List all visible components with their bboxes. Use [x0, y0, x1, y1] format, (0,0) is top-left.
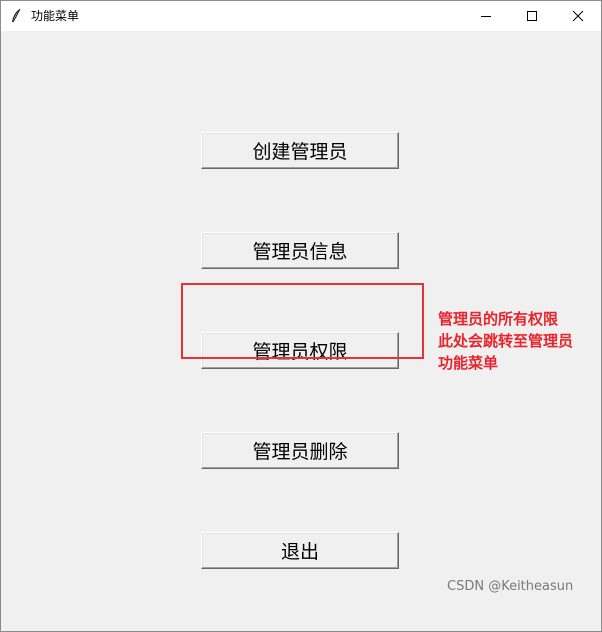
admin-info-button[interactable]: 管理员信息: [201, 232, 399, 269]
window-title: 功能菜单: [31, 9, 80, 23]
watermark: CSDN @Keitheasun: [447, 579, 574, 594]
maximize-icon: [526, 7, 538, 26]
create-admin-button[interactable]: 创建管理员: [201, 132, 399, 169]
feather-icon: [10, 8, 22, 24]
minimize-button[interactable]: [463, 1, 509, 31]
admin-delete-button[interactable]: 管理员删除: [201, 432, 399, 469]
annotation-line: 功能菜单: [438, 354, 499, 372]
close-button[interactable]: [555, 1, 601, 31]
annotation-line: 管理员的所有权限: [438, 310, 559, 328]
maximize-button[interactable]: [509, 1, 555, 31]
minimize-icon: [480, 7, 492, 26]
title-bar[interactable]: 功能菜单: [1, 1, 601, 31]
close-icon: [572, 7, 584, 26]
annotation-line: 此处会跳转至管理员: [438, 332, 574, 350]
annotation-text: 管理员的所有权限 此处会跳转至管理员 功能菜单: [438, 308, 600, 374]
exit-button[interactable]: 退出: [201, 532, 399, 569]
app-window: 功能菜单 创建管理员 管理员信息 管理员权限 管理员删除 退出 管理员的所有权限…: [0, 0, 602, 632]
annotation-highlight-box: [181, 283, 424, 359]
